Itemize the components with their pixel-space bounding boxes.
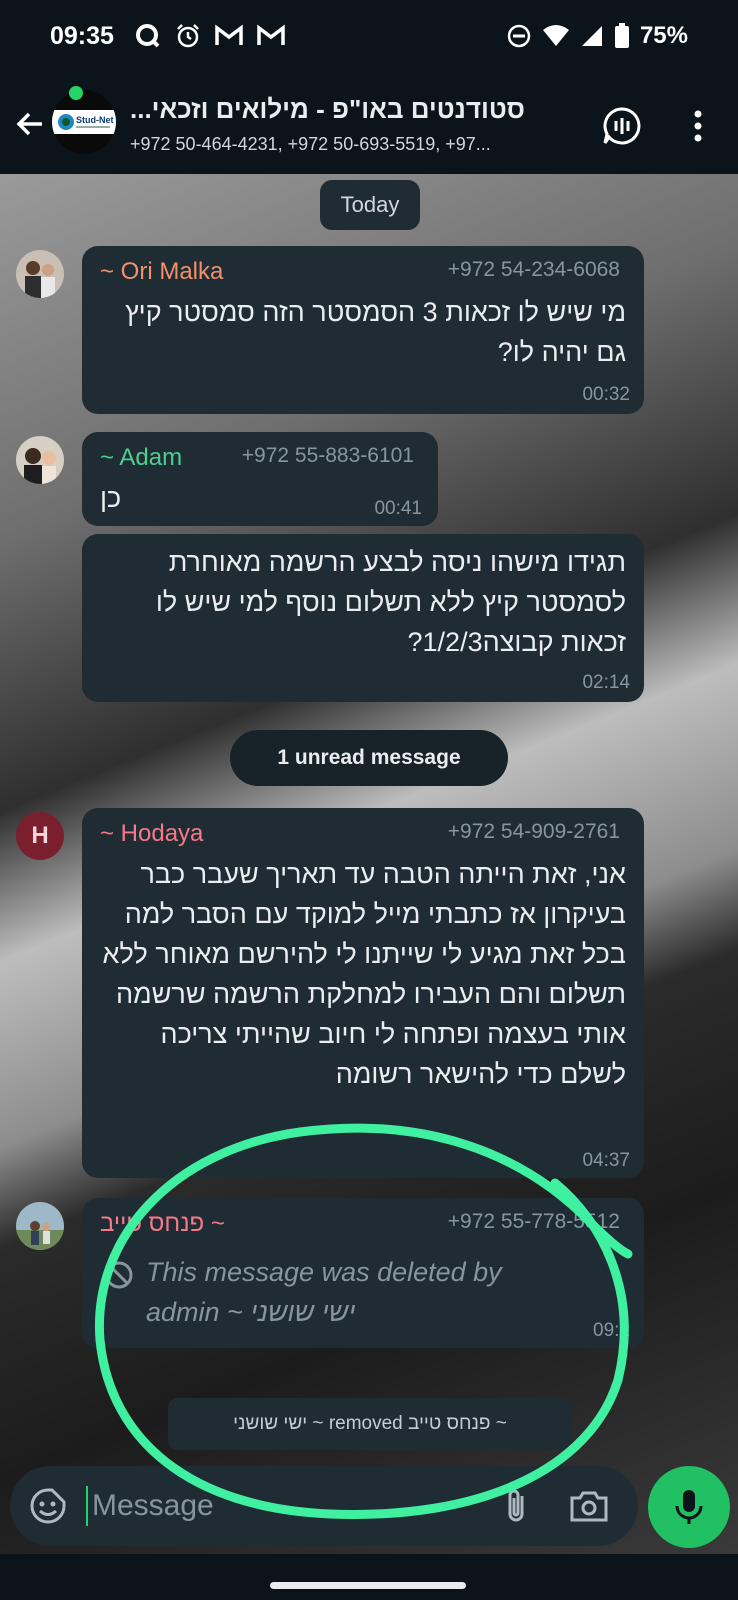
q-icon xyxy=(136,24,160,48)
avatar[interactable] xyxy=(16,1202,64,1250)
message-time: 09:2 xyxy=(593,1320,630,1341)
chat-area[interactable]: Today ~ Ori Malka +972 54-234-6068 מי שי… xyxy=(0,174,738,1554)
system-icons: 75% xyxy=(506,22,688,50)
status-bar: 09:35 75% xyxy=(0,0,738,76)
voice-chat-icon[interactable] xyxy=(600,104,644,148)
group-members[interactable]: +972 50-464-4231, +972 50-693-5519, +97.… xyxy=(130,134,578,155)
battery-icon xyxy=(614,23,629,48)
attach-icon[interactable] xyxy=(496,1486,536,1526)
stud-net-logo: Stud-Net xyxy=(52,110,116,134)
sender-name[interactable]: ~ פנחס טייב xyxy=(100,1210,225,1238)
message-time: 02:14 xyxy=(582,672,630,693)
message-time: 04:37 xyxy=(582,1150,630,1171)
online-indicator xyxy=(69,86,83,100)
sender-name[interactable]: ~ Adam xyxy=(100,444,182,472)
group-avatar[interactable]: Stud-Net xyxy=(52,90,116,154)
message-bubble[interactable]: ~ Adam +972 55-883-6101 כן 00:41 xyxy=(82,432,438,526)
message-text: כן xyxy=(100,483,122,513)
sender-name[interactable]: ~ Ori Malka xyxy=(100,258,223,286)
wifi-icon xyxy=(542,25,569,46)
deleted-message-text: This message was deleted by admin ~ ישי … xyxy=(146,1257,502,1327)
sender-phone: +972 55-778-5512 xyxy=(447,1210,620,1233)
message-time: 00:41 xyxy=(374,498,422,519)
more-options-icon[interactable] xyxy=(682,106,714,146)
signal-icon xyxy=(581,26,602,46)
message-time: 00:32 xyxy=(582,384,630,405)
camera-icon[interactable] xyxy=(568,1486,610,1526)
status-time: 09:35 xyxy=(50,22,114,50)
sender-phone: +972 54-234-6068 xyxy=(447,258,620,281)
message-text: תגידו מישהו ניסה לבצע הרשמה מאוחרת לסמסט… xyxy=(155,547,626,657)
unread-separator: 1 unread message xyxy=(230,730,508,786)
gmail-icon xyxy=(215,24,243,45)
avatar[interactable] xyxy=(16,250,64,298)
svg-text:Stud-Net: Stud-Net xyxy=(76,115,114,125)
message-bubble[interactable]: ~ פנחס טייב +972 55-778-5512 This messag… xyxy=(82,1198,644,1348)
avatar[interactable]: H xyxy=(16,812,64,860)
back-arrow-icon[interactable] xyxy=(12,106,48,142)
group-title[interactable]: סטודנטים באו"פ - מילואים וזכאי... xyxy=(130,94,578,125)
system-message: ~ פנחס טייב removed ~ ישי שושני xyxy=(168,1398,572,1450)
avatar[interactable] xyxy=(16,436,64,484)
gmail-icon xyxy=(257,24,285,45)
deleted-icon xyxy=(105,1261,133,1289)
message-text: מי שיש לו זכאות 3 הסמסטר הזה סמסטר קיץ ג… xyxy=(125,297,626,367)
message-text: אני, זאת הייתה הטבה עד תאריך שעבר כבר בע… xyxy=(102,859,626,1089)
date-separator: Today xyxy=(320,180,420,230)
notification-icons xyxy=(134,22,286,50)
message-bubble[interactable]: ~ Hodaya +972 54-909-2761 אני, זאת הייתה… xyxy=(82,808,644,1178)
sticker-icon[interactable] xyxy=(28,1486,68,1526)
chat-header: Stud-Net סטודנטים באו"פ - מילואים וזכאי.… xyxy=(0,76,738,174)
navigation-bar xyxy=(0,1554,738,1600)
battery-percent: 75% xyxy=(639,22,688,49)
message-bubble[interactable]: תגידו מישהו ניסה לבצע הרשמה מאוחרת לסמסט… xyxy=(82,534,644,702)
mic-button[interactable] xyxy=(648,1466,730,1548)
sender-name[interactable]: ~ Hodaya xyxy=(100,820,203,848)
sender-phone: +972 55-883-6101 xyxy=(241,444,414,467)
message-input[interactable] xyxy=(86,1486,446,1526)
sender-phone: +972 54-909-2761 xyxy=(447,820,620,843)
dnd-icon xyxy=(507,24,531,48)
compose-bar xyxy=(10,1466,638,1546)
alarm-icon xyxy=(177,24,199,48)
mic-icon xyxy=(675,1490,703,1524)
home-handle[interactable] xyxy=(270,1582,466,1589)
message-bubble[interactable]: ~ Ori Malka +972 54-234-6068 מי שיש לו ז… xyxy=(82,246,644,414)
